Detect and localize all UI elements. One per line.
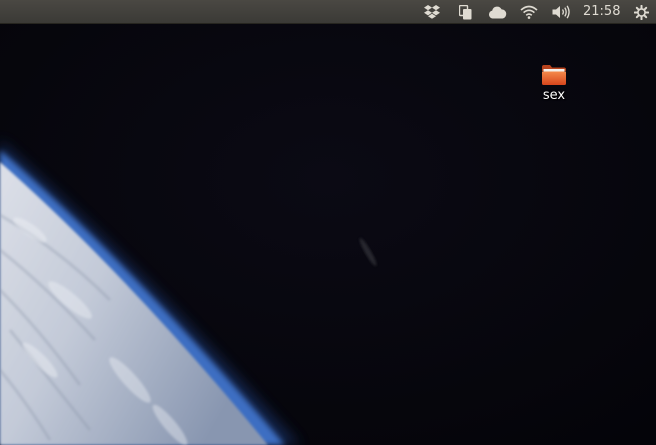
cloud-icon[interactable] xyxy=(485,0,509,24)
wifi-icon[interactable] xyxy=(517,0,541,24)
clock[interactable]: 21:58 xyxy=(583,0,620,24)
folder-icon xyxy=(542,65,566,85)
power-icon[interactable] xyxy=(630,0,652,24)
desktop-icon-label: sex xyxy=(542,88,566,103)
desktop-folder-sex[interactable]: sex xyxy=(528,64,580,103)
clipboard-icon[interactable] xyxy=(454,0,476,24)
volume-icon[interactable] xyxy=(549,0,573,24)
desktop[interactable]: 21:58 sex xyxy=(0,0,656,445)
top-panel: 21:58 xyxy=(0,0,656,24)
dropbox-icon[interactable] xyxy=(421,0,443,24)
